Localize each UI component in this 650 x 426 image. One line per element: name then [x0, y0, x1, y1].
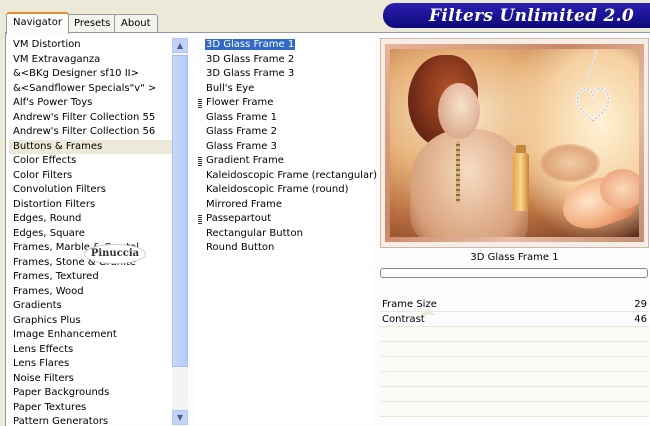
- category-item[interactable]: Paper Backgrounds: [9, 386, 172, 401]
- category-item[interactable]: Buttons & Frames: [9, 139, 172, 154]
- preview-frame: [385, 44, 644, 242]
- parameter-row[interactable]: Contrast 46: [380, 309, 649, 327]
- filter-item[interactable]: Passepartout: [194, 212, 374, 227]
- filter-item-label: Glass Frame 1: [206, 111, 277, 123]
- app-banner: Filters Unlimited 2.0: [383, 3, 650, 28]
- filter-item-label: Glass Frame 3: [206, 140, 277, 152]
- category-item[interactable]: Alf's Power Toys: [9, 96, 172, 111]
- category-item[interactable]: Color Filters: [9, 169, 172, 184]
- category-item[interactable]: Andrew's Filter Collection 55: [9, 111, 172, 126]
- category-item[interactable]: Lens Flares: [9, 357, 172, 372]
- slider-marker-icon[interactable]: [420, 309, 436, 315]
- category-item[interactable]: Andrew's Filter Collection 56: [9, 125, 172, 140]
- category-item[interactable]: Noise Filters: [9, 372, 172, 387]
- category-item[interactable]: VM Distortion: [9, 38, 172, 53]
- category-item[interactable]: Image Enhancement: [9, 328, 172, 343]
- filter-item-label: Flower Frame: [206, 97, 274, 108]
- filter-item-label: Round Button: [206, 242, 275, 253]
- chevron-down-icon[interactable]: ▼: [172, 410, 188, 425]
- filter-item[interactable]: Bull's Eye: [194, 82, 374, 97]
- category-item[interactable]: VM Extravaganza: [9, 53, 172, 68]
- tab-presets[interactable]: Presets: [67, 14, 118, 32]
- filter-item[interactable]: 3D Glass Frame 1: [194, 38, 374, 53]
- category-item[interactable]: Lens Effects: [9, 343, 172, 358]
- filter-item[interactable]: Glass Frame 1: [194, 111, 374, 126]
- category-item[interactable]: Gradients: [9, 299, 172, 314]
- category-item[interactable]: &<Sandflower Specials"v" >: [9, 82, 172, 97]
- category-item[interactable]: Paper Textures: [9, 401, 172, 416]
- tab-about[interactable]: About: [114, 14, 158, 32]
- empty-parameter-row: [380, 387, 649, 402]
- filter-item-label: Mirrored Frame: [206, 198, 283, 210]
- category-item[interactable]: Convolution Filters: [9, 183, 172, 198]
- filter-item-label: Passepartout: [206, 213, 272, 224]
- category-scrollbar[interactable]: ▲ ▼: [172, 38, 188, 425]
- app-title: Filters Unlimited 2.0: [429, 6, 634, 26]
- grip-marker-icon: [198, 215, 202, 224]
- empty-parameter-row: [380, 342, 649, 357]
- filter-item[interactable]: Kaleidoscopic Frame (round): [194, 183, 374, 198]
- heart-pendant-icon: [576, 87, 610, 123]
- grip-marker-icon: [198, 99, 202, 108]
- filter-item[interactable]: Rectangular Button: [194, 227, 374, 242]
- category-item[interactable]: Graphics Plus: [9, 314, 172, 329]
- filter-item[interactable]: 3D Glass Frame 2: [194, 53, 374, 68]
- empty-parameter-row: [380, 372, 649, 387]
- tab-navigator[interactable]: Navigator: [6, 12, 69, 34]
- category-item[interactable]: Frames, Textured: [9, 270, 172, 285]
- empty-parameter-row: [380, 402, 649, 417]
- filter-item-label: Glass Frame 2: [206, 126, 277, 137]
- watermark-label: Pinuccia: [84, 244, 146, 264]
- empty-parameter-row: [380, 327, 649, 342]
- filter-item-label: Gradient Frame: [206, 155, 284, 166]
- preview-pane: [380, 38, 649, 248]
- filter-item[interactable]: Mirrored Frame: [194, 198, 374, 213]
- filter-item-label: Rectangular Button: [206, 227, 303, 239]
- progress-bar: [380, 268, 648, 278]
- empty-parameter-row: [380, 357, 649, 372]
- filter-item-label: 3D Glass Frame 3: [206, 68, 295, 79]
- category-item[interactable]: Frames, Wood: [9, 285, 172, 300]
- category-item[interactable]: Edges, Round: [9, 212, 172, 227]
- grip-marker-icon: [198, 157, 202, 166]
- parameter-list: Frame Size 29 Contrast 46: [380, 297, 649, 417]
- filter-item-label: 3D Glass Frame 1: [205, 39, 296, 50]
- parameter-label: Contrast: [382, 314, 425, 325]
- filter-item-label: Kaleidoscopic Frame (rectangular): [206, 169, 378, 181]
- filter-item[interactable]: 3D Glass Frame 3: [194, 67, 374, 82]
- filter-item[interactable]: Flower Frame: [194, 96, 374, 111]
- scroll-thumb[interactable]: [172, 55, 188, 367]
- category-item[interactable]: Distortion Filters: [9, 198, 172, 213]
- preview-caption: 3D Glass Frame 1: [470, 252, 559, 263]
- parameter-value: 29: [634, 299, 647, 310]
- filter-item-label: Bull's Eye: [206, 82, 255, 94]
- filter-item[interactable]: Kaleidoscopic Frame (rectangular): [194, 169, 377, 184]
- filter-list[interactable]: 3D Glass Frame 1 3D Glass Frame 2 3D Glass…: [194, 38, 377, 425]
- category-item[interactable]: &<BKg Designer sf10 II>: [9, 67, 172, 82]
- filter-item[interactable]: Glass Frame 3: [194, 140, 374, 155]
- filter-item[interactable]: Gradient Frame: [194, 154, 374, 169]
- filter-item[interactable]: Glass Frame 2: [194, 125, 374, 140]
- preview-image: [390, 49, 639, 237]
- chevron-up-icon[interactable]: ▲: [172, 38, 188, 53]
- parameter-value: 46: [634, 314, 647, 325]
- filter-item-label: Kaleidoscopic Frame (round): [206, 184, 349, 195]
- category-item[interactable]: Edges, Square: [9, 227, 172, 242]
- category-item[interactable]: Color Effects: [9, 154, 172, 169]
- category-list[interactable]: VM Distortion VM Extravaganza &<BKg Design…: [9, 38, 172, 425]
- filter-item[interactable]: Round Button: [194, 241, 374, 256]
- category-item[interactable]: Pattern Generators: [9, 415, 172, 425]
- filter-item-label: 3D Glass Frame 2: [206, 53, 295, 65]
